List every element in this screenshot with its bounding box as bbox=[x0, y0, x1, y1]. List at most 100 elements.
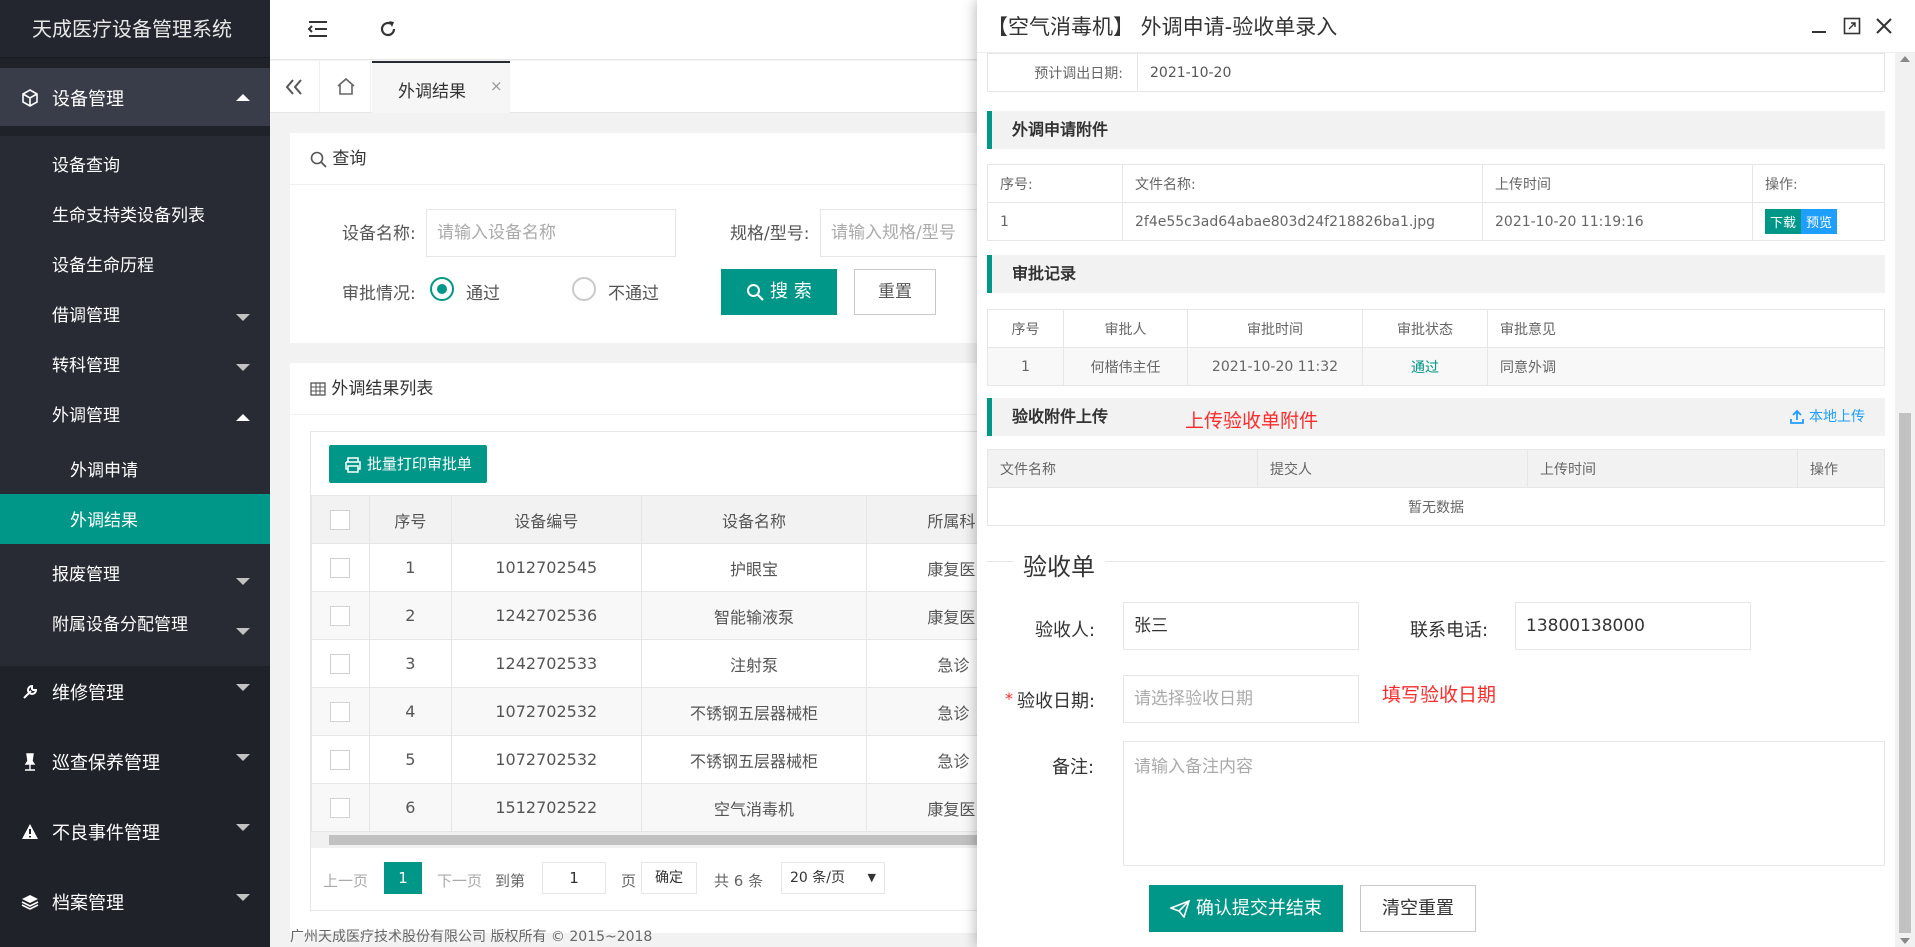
date-hint: 填写验收日期 bbox=[1382, 684, 1497, 706]
batch-print-button[interactable]: 批量打印审批单 bbox=[329, 445, 487, 483]
row-checkbox[interactable] bbox=[330, 749, 351, 770]
row-checkbox[interactable] bbox=[330, 797, 351, 818]
required-asterisk: * bbox=[1005, 689, 1013, 708]
sidebar-item-ext-apply[interactable]: 外调申请 bbox=[70, 456, 138, 481]
wrench-icon bbox=[23, 684, 38, 699]
form-divider bbox=[987, 561, 1885, 562]
chevron-down-icon bbox=[236, 578, 250, 585]
row-checkbox-cell bbox=[311, 783, 370, 832]
scrollbar-thumb[interactable] bbox=[1899, 413, 1911, 933]
sidebar: 天成医疗设备管理系统 设备管理 设备查询 生命支持类设备列表 设备生命历程 借调… bbox=[0, 0, 270, 947]
tab-scroll-left-button[interactable] bbox=[270, 61, 320, 113]
fail-radio[interactable] bbox=[572, 277, 596, 301]
page-input[interactable]: 1 bbox=[542, 862, 606, 894]
row-checkbox[interactable] bbox=[330, 653, 351, 674]
page-unit: 页 bbox=[621, 872, 637, 890]
modal-scrollbar[interactable] bbox=[1895, 53, 1915, 947]
row-name: 护眼宝 bbox=[640, 543, 868, 592]
minimize-icon[interactable] bbox=[1811, 19, 1827, 35]
sidebar-group-adverse[interactable]: 不良事件管理 bbox=[0, 802, 270, 860]
phone-input[interactable]: 13800138000 bbox=[1515, 602, 1751, 650]
person-input[interactable]: 张三 bbox=[1123, 602, 1359, 650]
upload-table: 文件名称 提交人 上传时间 操作 暂无数据 bbox=[987, 449, 1885, 526]
sidebar-item-history[interactable]: 设备生命历程 bbox=[52, 251, 154, 276]
clear-button[interactable]: 清空重置 bbox=[1360, 885, 1476, 932]
form-legend: 验收单 bbox=[1013, 547, 1105, 582]
sidebar-group-inspect[interactable]: 巡查保养管理 bbox=[0, 732, 270, 790]
page-size-value: 20 条/页 bbox=[790, 870, 845, 886]
approval-header-time: 审批时间 bbox=[1187, 309, 1363, 348]
row-checkbox[interactable] bbox=[330, 701, 351, 722]
header-no: 序号 bbox=[368, 495, 452, 544]
scroll-down-icon[interactable] bbox=[1900, 938, 1910, 944]
confirm-page-button[interactable]: 确定 bbox=[641, 862, 697, 894]
sidebar-group-label: 设备管理 bbox=[52, 89, 124, 110]
sidebar-item-external[interactable]: 外调管理 bbox=[52, 401, 120, 426]
submit-button[interactable]: 确认提交并结束 bbox=[1149, 885, 1343, 932]
prev-page[interactable]: 上一页 bbox=[323, 870, 368, 891]
attach-header-time: 上传时间 bbox=[1482, 164, 1753, 203]
sidebar-group-label: 不良事件管理 bbox=[52, 823, 160, 844]
row-checkbox[interactable] bbox=[330, 605, 351, 626]
out-date-label: 预计调出日期: bbox=[987, 53, 1138, 92]
tab-label: 外调结果 bbox=[398, 82, 466, 102]
sidebar-group-repair[interactable]: 维修管理 bbox=[0, 662, 270, 720]
pass-label[interactable]: 通过 bbox=[466, 279, 500, 304]
close-icon[interactable]: × bbox=[490, 77, 503, 95]
local-upload-label: 本地上传 bbox=[1809, 409, 1865, 425]
sidebar-group-device[interactable]: 设备管理 bbox=[0, 68, 270, 126]
date-input[interactable]: 请选择验收日期 bbox=[1123, 675, 1359, 723]
tab-external-result[interactable]: 外调结果 × bbox=[372, 61, 510, 113]
row-name: 不锈钢五层器械柜 bbox=[640, 735, 868, 784]
search-button[interactable]: 搜 索 bbox=[721, 269, 837, 315]
app-title: 天成医疗设备管理系统 bbox=[0, 0, 270, 58]
warning-icon bbox=[22, 824, 38, 839]
page-size-select[interactable]: 20 条/页 ▼ bbox=[781, 862, 885, 894]
sidebar-item-query[interactable]: 设备查询 bbox=[52, 151, 120, 176]
approval-row-time: 2021-10-20 11:32 bbox=[1187, 347, 1363, 386]
chevron-down-icon bbox=[236, 754, 250, 761]
preview-button[interactable]: 预览 bbox=[1801, 209, 1838, 234]
sidebar-group-archive[interactable]: 档案管理 bbox=[0, 872, 270, 930]
modal-title: 【空气消毒机】 外调申请-验收单录入 bbox=[987, 15, 1338, 39]
sidebar-item-borrow[interactable]: 借调管理 bbox=[52, 301, 120, 326]
maximize-icon[interactable] bbox=[1843, 17, 1861, 35]
row-code: 1242702533 bbox=[450, 639, 642, 688]
refresh-icon[interactable] bbox=[378, 19, 398, 39]
device-submenu: 设备查询 生命支持类设备列表 设备生命历程 借调管理 转科管理 外调管理 外调申… bbox=[0, 136, 270, 666]
local-upload-button[interactable]: 本地上传 bbox=[1789, 398, 1865, 436]
approval-table: 序号 审批人 审批时间 审批状态 审批意见 1 何楷伟主任 2021-10-20… bbox=[987, 309, 1885, 386]
menu-collapse-icon[interactable] bbox=[308, 20, 328, 38]
row-checkbox[interactable] bbox=[330, 557, 351, 578]
tab-home[interactable] bbox=[321, 61, 371, 113]
device-name-input[interactable]: 请输入设备名称 bbox=[426, 209, 676, 257]
reset-button[interactable]: 重置 bbox=[854, 269, 936, 315]
sidebar-item-scrap[interactable]: 报废管理 bbox=[52, 560, 120, 585]
current-page[interactable]: 1 bbox=[384, 862, 422, 894]
approval-row: 1 何楷伟主任 2021-10-20 11:32 通过 同意外调 bbox=[987, 347, 1885, 386]
sidebar-item-ext-result[interactable]: 外调结果 bbox=[0, 494, 270, 544]
sidebar-item-transfer[interactable]: 转科管理 bbox=[52, 351, 120, 376]
fail-label[interactable]: 不通过 bbox=[608, 279, 659, 304]
approval-section-title: 审批记录 bbox=[987, 255, 1885, 293]
chevron-down-icon bbox=[236, 894, 250, 901]
attach-row-time: 2021-10-20 11:19:16 bbox=[1482, 202, 1753, 241]
chevron-up-icon bbox=[236, 94, 250, 101]
chevron-down-icon bbox=[236, 314, 250, 321]
sidebar-group-label: 巡查保养管理 bbox=[52, 753, 160, 774]
sidebar-item-life-list[interactable]: 生命支持类设备列表 bbox=[52, 201, 205, 226]
row-name: 不锈钢五层器械柜 bbox=[640, 687, 868, 736]
pass-radio[interactable] bbox=[430, 277, 454, 301]
upload-empty: 暂无数据 bbox=[987, 487, 1885, 526]
select-all-checkbox[interactable] bbox=[330, 509, 351, 530]
row-checkbox-cell bbox=[311, 543, 370, 592]
download-button[interactable]: 下载 bbox=[1765, 209, 1802, 234]
device-name-label: 设备名称: bbox=[342, 224, 416, 244]
total-count: 共 6 条 bbox=[714, 872, 764, 890]
scroll-up-icon[interactable] bbox=[1900, 56, 1910, 62]
row-code: 1012702545 bbox=[450, 543, 642, 592]
remark-textarea[interactable]: 请输入备注内容 bbox=[1123, 741, 1885, 866]
close-icon[interactable] bbox=[1876, 18, 1892, 34]
next-page[interactable]: 下一页 bbox=[437, 870, 482, 891]
sidebar-item-accessory[interactable]: 附属设备分配管理 bbox=[52, 610, 188, 635]
